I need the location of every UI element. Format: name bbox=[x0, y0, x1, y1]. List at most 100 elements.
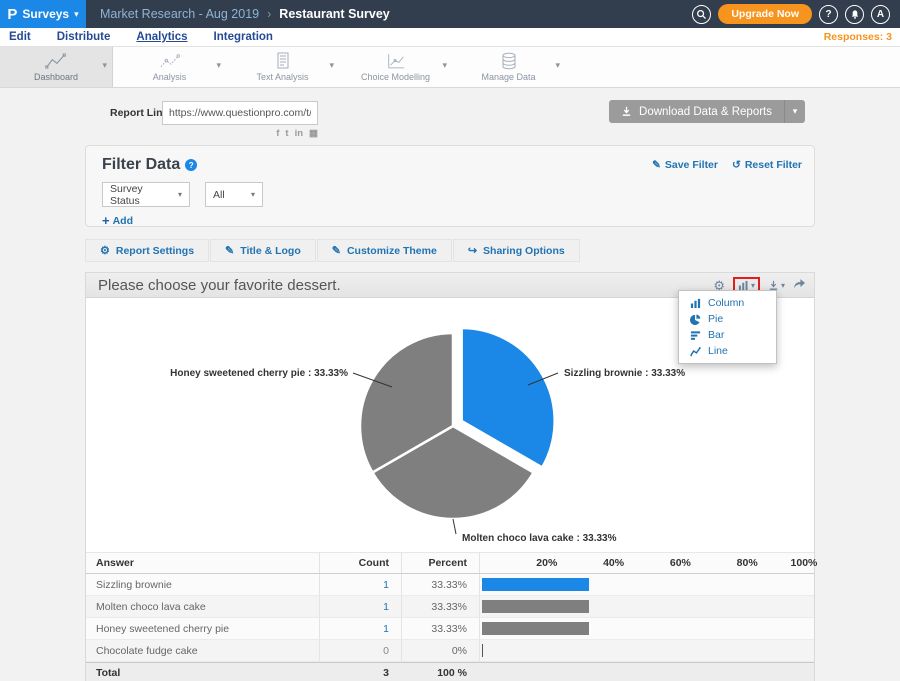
choice-modelling-icon bbox=[386, 53, 406, 70]
percent-cell: 33.33% bbox=[401, 596, 479, 617]
twitter-icon[interactable]: t bbox=[285, 129, 288, 139]
axis-tick: 80% bbox=[737, 557, 758, 569]
menu-item-column[interactable]: Column bbox=[679, 295, 776, 311]
analysis-icon bbox=[159, 53, 181, 70]
reset-filter-link[interactable]: ↺Reset Filter bbox=[732, 159, 802, 171]
chevron-down-icon: ▾ bbox=[74, 9, 79, 20]
axis-tick: 60% bbox=[670, 557, 691, 569]
pie-label-sizzling-brownie: Sizzling brownie : 33.33% bbox=[564, 368, 685, 379]
filter-data-title: Filter Data bbox=[102, 156, 180, 174]
chart-download-button[interactable]: ▾ bbox=[768, 280, 785, 291]
product-label: Surveys bbox=[22, 7, 69, 21]
edit-icon: ✎ bbox=[225, 244, 234, 257]
download-button-label: Download Data & Reports bbox=[639, 106, 772, 118]
subnav: Edit Distribute Analytics Integration Re… bbox=[0, 28, 900, 47]
chevron-down-icon: ▾ bbox=[251, 190, 255, 199]
bar-chart-icon bbox=[738, 280, 749, 291]
toolbar-tab-choice-modelling[interactable]: Choice Modelling ▾ bbox=[339, 47, 452, 87]
callout-line-molten bbox=[453, 519, 456, 534]
toolbar-tab-dashboard[interactable]: Dashboard ▾ bbox=[0, 47, 113, 87]
topbar-actions: Upgrade Now ? A bbox=[692, 4, 900, 24]
edit-icon: ✎ bbox=[332, 244, 341, 257]
nav-item-edit[interactable]: Edit bbox=[9, 31, 31, 43]
chevron-down-icon[interactable]: ▾ bbox=[329, 60, 334, 71]
toolbar-tab-label: Manage Data bbox=[481, 72, 535, 82]
menu-item-label: Column bbox=[708, 297, 744, 309]
chevron-down-icon: ▾ bbox=[781, 281, 785, 290]
edit-icon: ✎ bbox=[652, 159, 661, 171]
nav-item-analytics[interactable]: Analytics bbox=[136, 31, 187, 43]
pie-chart-icon bbox=[690, 314, 701, 325]
report-link-row: Report Link f t in ▦ Download Data & Rep… bbox=[85, 98, 815, 144]
answer-cell: Chocolate fudge cake bbox=[86, 645, 319, 657]
menu-item-label: Pie bbox=[708, 313, 723, 325]
download-options-caret[interactable]: ▾ bbox=[784, 100, 805, 123]
embed-icon[interactable]: ▦ bbox=[309, 129, 318, 139]
nav-item-distribute[interactable]: Distribute bbox=[57, 31, 111, 43]
manage-data-icon bbox=[500, 52, 518, 70]
count-link[interactable]: 1 bbox=[319, 618, 401, 639]
page-body: Report Link f t in ▦ Download Data & Rep… bbox=[0, 88, 900, 681]
filter-value-value: All bbox=[213, 189, 225, 201]
question-title: Please choose your favorite dessert. bbox=[98, 277, 341, 294]
menu-item-label: Bar bbox=[708, 329, 724, 341]
tab-sharing-options[interactable]: ↪ Sharing Options bbox=[453, 239, 580, 262]
report-link-input[interactable] bbox=[162, 101, 318, 125]
answer-cell: Molten choco lava cake bbox=[86, 601, 319, 613]
table-row: Chocolate fudge cake 0 0% bbox=[86, 640, 814, 662]
menu-item-bar[interactable]: Bar bbox=[679, 327, 776, 343]
row-bar bbox=[482, 578, 589, 591]
help-button[interactable]: ? bbox=[819, 5, 838, 24]
facebook-icon[interactable]: f bbox=[276, 129, 279, 139]
total-percent: 100 % bbox=[401, 663, 479, 681]
upgrade-now-button[interactable]: Upgrade Now bbox=[718, 4, 812, 24]
percent-cell: 0% bbox=[401, 640, 479, 661]
chevron-down-icon[interactable]: ▾ bbox=[442, 60, 447, 71]
line-chart-icon bbox=[690, 346, 701, 357]
gear-icon: ⚙ bbox=[100, 244, 110, 257]
tab-title-logo[interactable]: ✎ Title & Logo bbox=[210, 239, 316, 262]
save-filter-link[interactable]: ✎Save Filter bbox=[652, 159, 718, 171]
pie-chart bbox=[360, 328, 555, 519]
total-count: 3 bbox=[319, 663, 401, 681]
axis-tick: 100% bbox=[791, 557, 818, 569]
filter-field-select[interactable]: Survey Status ▾ bbox=[102, 182, 190, 207]
toolbar-tab-manage-data[interactable]: Manage Data ▾ bbox=[452, 47, 565, 87]
filter-help-icon[interactable]: ? bbox=[185, 159, 197, 171]
tab-label: Sharing Options bbox=[483, 245, 565, 257]
chevron-down-icon[interactable]: ▾ bbox=[216, 60, 221, 71]
add-filter-label: Add bbox=[113, 215, 133, 227]
chart-share-button[interactable] bbox=[793, 276, 806, 294]
filter-value-select[interactable]: All ▾ bbox=[205, 182, 263, 207]
menu-item-line[interactable]: Line bbox=[679, 343, 776, 359]
percent-cell: 33.33% bbox=[401, 574, 479, 595]
chevron-down-icon[interactable]: ▾ bbox=[102, 60, 107, 71]
count-link[interactable]: 0 bbox=[319, 640, 401, 661]
count-link[interactable]: 1 bbox=[319, 574, 401, 595]
avatar[interactable]: A bbox=[871, 5, 890, 24]
download-data-reports-button[interactable]: Download Data & Reports ▾ bbox=[609, 100, 805, 123]
toolbar-tab-label: Choice Modelling bbox=[361, 72, 430, 82]
breadcrumb-parent[interactable]: Market Research - Aug 2019 bbox=[100, 7, 259, 21]
count-link[interactable]: 1 bbox=[319, 596, 401, 617]
breadcrumb-current: Restaurant Survey bbox=[279, 7, 389, 21]
nav-item-integration[interactable]: Integration bbox=[214, 31, 273, 43]
notifications-button[interactable] bbox=[845, 5, 864, 24]
linkedin-icon[interactable]: in bbox=[295, 129, 303, 139]
toolbar-tab-text-analysis[interactable]: Text Analysis ▾ bbox=[226, 47, 339, 87]
column-chart-icon bbox=[690, 298, 701, 309]
axis-tick: 40% bbox=[603, 557, 624, 569]
reset-icon: ↺ bbox=[732, 159, 741, 171]
menu-item-pie[interactable]: Pie bbox=[679, 311, 776, 327]
tab-customize-theme[interactable]: ✎ Customize Theme bbox=[317, 239, 452, 262]
surveys-menu[interactable]: P Surveys ▾ bbox=[0, 0, 86, 28]
chevron-down-icon[interactable]: ▾ bbox=[555, 60, 560, 71]
add-filter-button[interactable]: + Add bbox=[86, 207, 146, 228]
tab-label: Report Settings bbox=[116, 245, 194, 257]
total-label: Total bbox=[86, 667, 319, 679]
tab-report-settings[interactable]: ⚙ Report Settings bbox=[85, 239, 209, 262]
table-header-row: Answer Count Percent 20% 40% 60% 80% 100… bbox=[86, 552, 814, 574]
chevron-down-icon: ▾ bbox=[178, 190, 182, 199]
search-button[interactable] bbox=[692, 5, 711, 24]
toolbar-tab-analysis[interactable]: Analysis ▾ bbox=[113, 47, 226, 87]
